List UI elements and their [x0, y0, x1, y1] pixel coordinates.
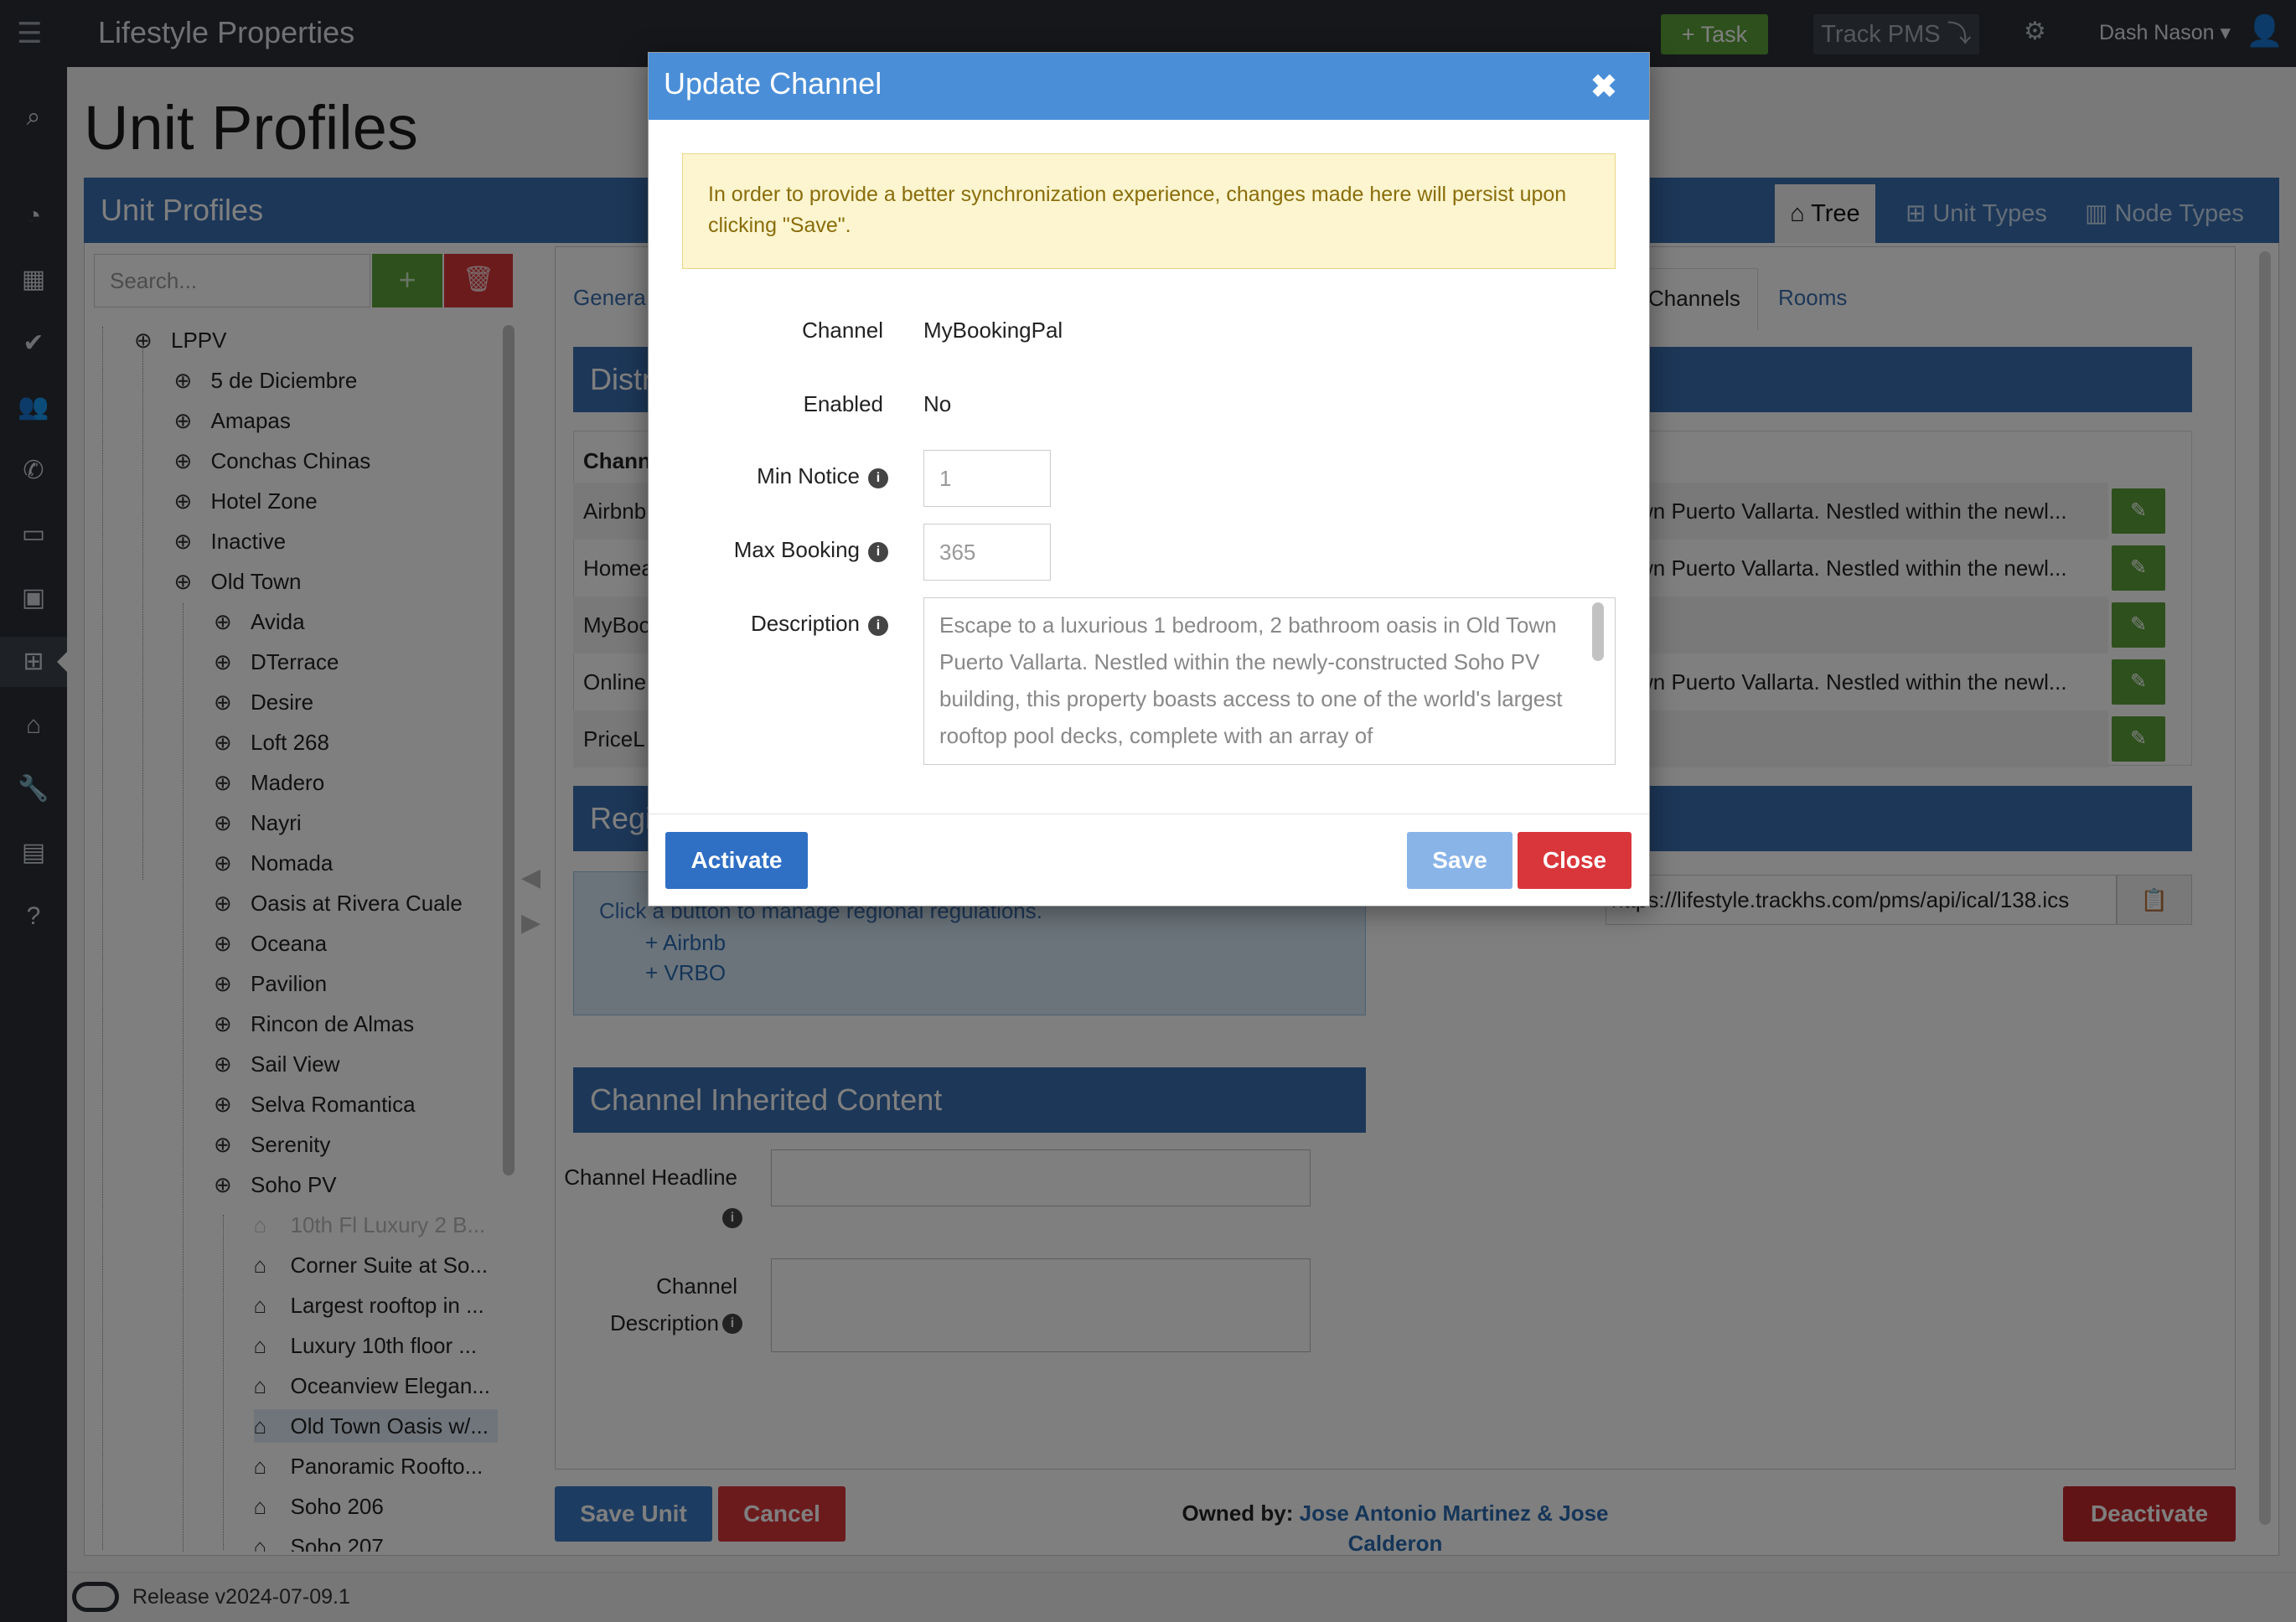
max-booking-label: Max Booking i: [649, 537, 888, 563]
description-scrollbar[interactable]: [1592, 602, 1604, 661]
description-textarea[interactable]: Escape to a luxurious 1 bedroom, 2 bathr…: [923, 597, 1616, 765]
min-notice-input[interactable]: 1: [923, 450, 1051, 507]
min-notice-label: Min Notice i: [649, 463, 888, 489]
description-label: Description i: [649, 611, 888, 637]
sync-warning-alert: In order to provide a better synchroniza…: [682, 153, 1616, 269]
enabled-value: No: [923, 391, 952, 416]
modal-title: Update Channel: [664, 66, 882, 101]
close-icon[interactable]: ✖: [1590, 68, 1617, 106]
close-button[interactable]: Close: [1518, 832, 1632, 889]
info-icon[interactable]: i: [868, 542, 888, 562]
activate-button[interactable]: Activate: [665, 832, 808, 889]
info-icon[interactable]: i: [868, 616, 888, 636]
max-booking-input[interactable]: 365: [923, 524, 1051, 581]
channel-label: Channel: [802, 318, 883, 343]
channel-value: MyBookingPal: [923, 318, 1063, 343]
enabled-label: Enabled: [803, 391, 883, 416]
update-channel-modal: Update Channel ✖ In order to provide a b…: [648, 52, 1650, 907]
save-button[interactable]: Save: [1407, 832, 1513, 889]
info-icon[interactable]: i: [868, 468, 888, 488]
